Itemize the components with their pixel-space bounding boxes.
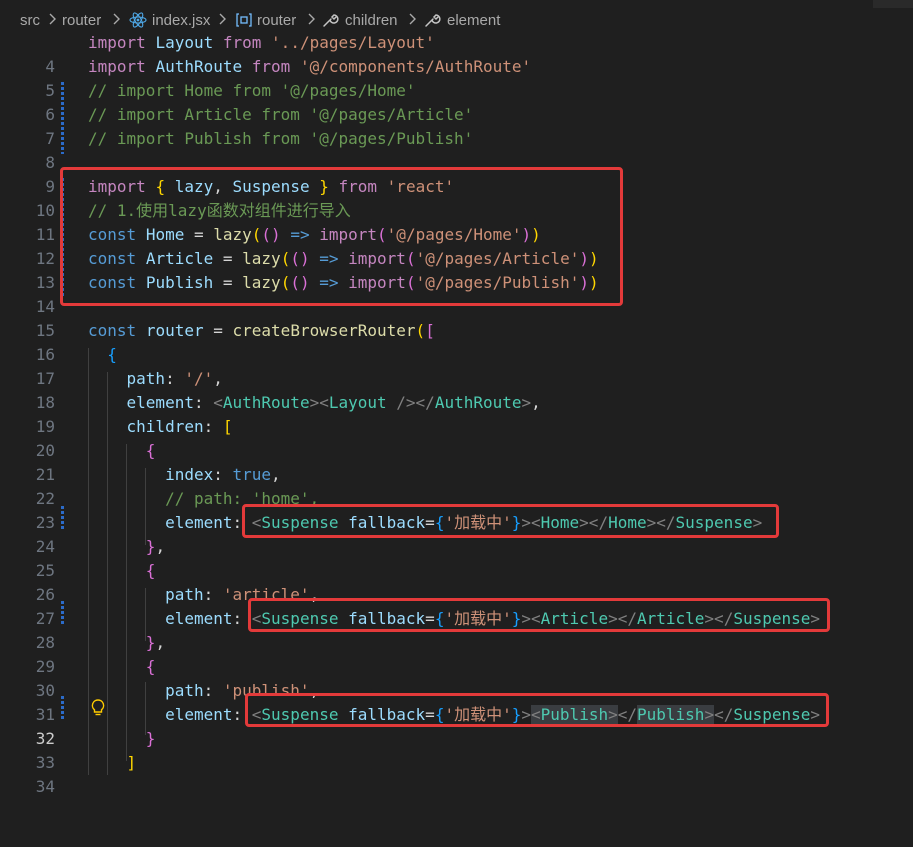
code-line[interactable]: 20 children: [ [0,415,913,460]
code-line[interactable]: 24 element: <Suspense fallback={'加载中'}><… [0,511,913,556]
code-line[interactable]: 16 const router = createBrowserRouter([ [0,319,913,364]
line-code: { [145,441,156,460]
line-code: // import Home from '@/pages/Home' [88,81,416,100]
react-component-icon [129,12,147,28]
line-code: }, [145,537,166,556]
code-line[interactable]: 13 const Article = lazy(() => import('@/… [0,247,913,292]
tab-strip-edge [873,0,913,8]
code-line-active[interactable]: 32 element: <Suspense fallback={'加载中'}><… [0,703,913,748]
code-line[interactable]: 21 { [0,439,913,484]
breadcrumb-src[interactable]: src [20,12,40,29]
line-code: } [145,729,156,748]
chevron-right-icon [47,11,59,27]
line-code: // import Publish from '@/pages/Publish' [88,129,474,148]
breadcrumb-element[interactable]: element [447,12,500,29]
line-code: const router = createBrowserRouter([ [88,321,435,340]
chevron-right-icon [306,11,318,27]
line-code: import Layout from '../pages/Layout' [88,33,435,52]
code-line[interactable]: 23 // path: 'home', [0,487,913,532]
chevron-right-icon [407,11,419,27]
code-line[interactable]: 34 ] [0,751,913,796]
line-code: path: 'publish', [165,681,320,700]
code-line[interactable]: 19 element: <AuthRoute><Layout /></AuthR… [0,391,913,436]
code-line[interactable]: 28 element: <Suspense fallback={'加载中'}><… [0,607,913,652]
code-line[interactable]: 18 path: '/', [0,367,913,412]
code-line[interactable]: 8 // import Publish from '@/pages/Publis… [0,127,913,172]
code-line[interactable]: 26 { [0,559,913,604]
wrench-icon [322,12,340,28]
line-code: path: '/', [126,369,223,388]
breadcrumb-router-folder[interactable]: router [62,12,101,29]
line-code: const Article = lazy(() => import('@/pag… [88,249,599,268]
code-line[interactable]: 4 import Layout from '../pages/Layout' [0,31,913,76]
line-code: children: [ [126,417,233,436]
symbol-variable-icon [235,12,253,28]
line-number: 34 [35,777,55,796]
line-code: element: <Suspense fallback={'加载中'}><Hom… [165,513,763,532]
breadcrumb-children[interactable]: children [345,12,398,29]
line-code: element: <AuthRoute><Layout /></AuthRout… [126,393,541,412]
code-line[interactable]: 11 // 1.使用lazy函数对组件进行导入 [0,199,913,244]
line-code: }, [145,633,166,652]
line-code: ] [126,753,137,772]
code-editor[interactable]: 4 import Layout from '../pages/Layout' 5… [0,31,913,796]
line-code: element: <Suspense fallback={'加载中'}><Art… [165,609,821,628]
code-line[interactable]: 12 const Home = lazy(() => import('@/pag… [0,223,913,268]
code-line[interactable]: 14 const Publish = lazy(() => import('@/… [0,271,913,316]
code-line[interactable]: 25 }, [0,535,913,580]
breadcrumb-file[interactable]: index.jsx [152,12,210,29]
chevron-right-icon [111,11,123,27]
line-code: { [145,561,156,580]
line-code: const Home = lazy(() => import('@/pages/… [88,225,541,244]
wrench-icon [424,12,442,28]
line-code: // import Article from '@/pages/Article' [88,105,474,124]
line-code: // 1.使用lazy函数对组件进行导入 [88,201,351,220]
line-code: element: <Suspense fallback={'加载中'}><Pub… [165,705,821,724]
chevron-right-icon [217,11,229,27]
code-line[interactable]: 15 [0,295,913,340]
line-code: import { lazy, Suspense } from 'react' [88,177,455,196]
code-line[interactable]: 10 import { lazy, Suspense } from 'react… [0,175,913,220]
code-line[interactable]: 31 path: 'publish', [0,679,913,724]
line-code: { [145,657,156,676]
code-line[interactable]: 29 }, [0,631,913,676]
line-code: import AuthRoute from '@/components/Auth… [88,57,532,76]
line-code: const Publish = lazy(() => import('@/pag… [88,273,599,292]
line-code: { [107,345,117,364]
code-line[interactable]: 7 // import Article from '@/pages/Articl… [0,103,913,148]
code-line[interactable]: 17 { [0,343,913,388]
code-line[interactable]: 6 // import Home from '@/pages/Home' [0,79,913,124]
line-code: path: 'article', [165,585,320,604]
code-line[interactable]: 30 { [0,655,913,700]
line-code: index: true, [165,465,281,484]
lightbulb-icon[interactable] [89,698,107,718]
code-line[interactable]: 22 index: true, [0,463,913,508]
code-line[interactable]: 5 import AuthRoute from '@/components/Au… [0,55,913,100]
code-line[interactable]: 9 [0,151,913,196]
code-line[interactable]: 33 } [0,727,913,772]
line-code: // path: 'home', [88,489,320,508]
breadcrumb-symbol-router[interactable]: router [257,12,296,29]
code-line[interactable]: 27 path: 'article', [0,583,913,628]
